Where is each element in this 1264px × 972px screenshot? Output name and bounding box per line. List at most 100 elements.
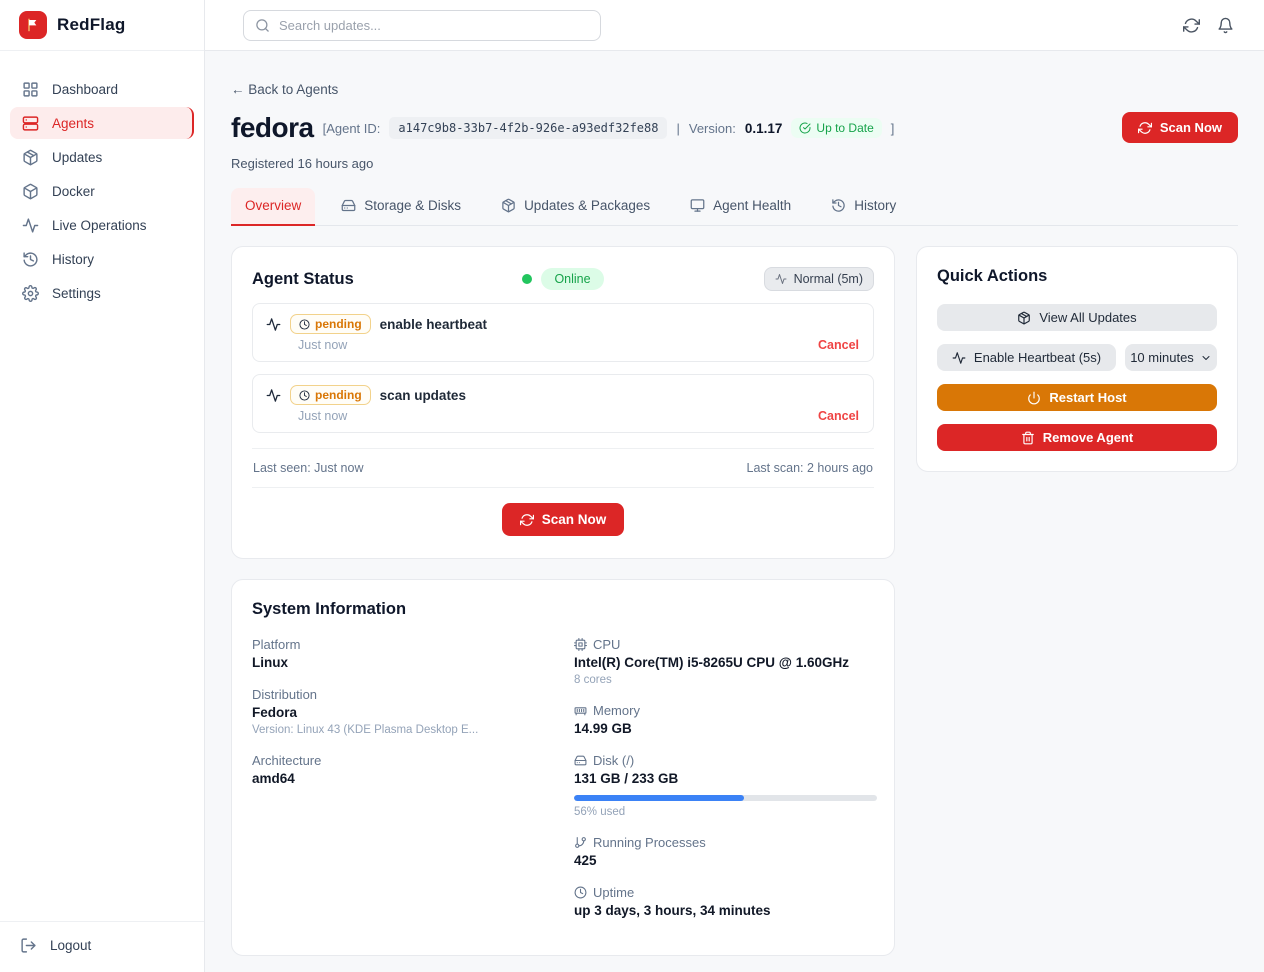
system-information-title: System Information [252, 600, 874, 619]
tab-history[interactable]: History [817, 188, 910, 226]
tab-updates-packages[interactable]: Updates & Packages [487, 188, 664, 226]
remove-agent-button[interactable]: Remove Agent [937, 424, 1217, 451]
server-icon [22, 115, 39, 132]
agent-detail-page: ← Back to Agents fedora [Agent ID: a147c… [205, 51, 1264, 972]
platform-value: Linux [252, 655, 574, 670]
logout-icon [20, 937, 37, 954]
refresh-icon [1183, 17, 1200, 34]
history-icon [831, 198, 846, 213]
search-box[interactable] [243, 10, 601, 41]
clock-icon [299, 390, 310, 401]
cpu-value: Intel(R) Core(TM) i5-8265U CPU @ 1.60GHz [574, 655, 877, 670]
sidebar-item-live-operations[interactable]: Live Operations [10, 209, 194, 241]
agent-id-prefix: [Agent ID: [323, 121, 381, 136]
sidebar-item-agents[interactable]: Agents [10, 107, 194, 139]
cpu-field: CPU Intel(R) Core(TM) i5-8265U CPU @ 1.6… [574, 637, 877, 686]
bell-icon [1217, 17, 1234, 34]
memory-field: Memory 14.99 GB [574, 703, 877, 736]
distribution-version: Version: Linux 43 (KDE Plasma Desktop E.… [252, 724, 574, 736]
check-circle-icon [799, 122, 811, 134]
activity-icon [775, 273, 787, 285]
tab-overview[interactable]: Overview [231, 188, 315, 226]
memory-icon [574, 704, 587, 717]
cancel-task-link[interactable]: Cancel [818, 338, 859, 352]
version-label: Version: [689, 121, 736, 136]
online-badge: Online [541, 268, 603, 290]
activity-icon [266, 388, 281, 403]
package-icon [22, 149, 39, 166]
scan-now-button-header[interactable]: Scan Now [1122, 112, 1238, 143]
platform-field: Platform Linux [252, 637, 574, 670]
sidebar-item-settings[interactable]: Settings [10, 277, 194, 309]
tab-storage-disks[interactable]: Storage & Disks [327, 188, 475, 226]
agent-id-value: a147c9b8-33b7-4f2b-926e-a93edf32fe88 [389, 117, 667, 139]
pending-badge: pending [290, 314, 371, 334]
online-status: Online [522, 268, 603, 290]
separator: | [676, 121, 679, 136]
tab-agent-health[interactable]: Agent Health [676, 188, 805, 226]
pending-operation-row: pending enable heartbeat Just now Cancel [252, 303, 874, 362]
activity-icon [266, 317, 281, 332]
distribution-field: Distribution Fedora Version: Linux 43 (K… [252, 687, 574, 736]
interval-dropdown[interactable]: 10 minutes [1125, 344, 1217, 371]
back-to-agents-link[interactable]: ← Back to Agents [231, 82, 338, 97]
notifications-button[interactable] [1217, 17, 1234, 34]
sidebar-item-label: History [52, 252, 94, 267]
task-time: Just now [298, 338, 347, 352]
agent-tabs: Overview Storage & Disks Updates & Packa… [231, 188, 1238, 226]
architecture-value: amd64 [252, 771, 574, 786]
distribution-value: Fedora [252, 705, 574, 720]
topbar [205, 0, 1264, 51]
brand-name: RedFlag [57, 15, 125, 35]
task-name: scan updates [380, 388, 466, 403]
activity-icon [952, 351, 966, 365]
restart-host-button[interactable]: Restart Host [937, 384, 1217, 411]
sidebar-nav: Dashboard Agents Updates Docker [0, 51, 204, 309]
enable-heartbeat-button[interactable]: Enable Heartbeat (5s) [937, 344, 1116, 371]
clock-icon [574, 886, 587, 899]
refresh-button[interactable] [1183, 17, 1200, 34]
sidebar-item-label: Settings [52, 286, 101, 301]
registered-text: Registered 16 hours ago [231, 156, 894, 171]
brand: RedFlag [0, 0, 204, 51]
last-scan-text: Last scan: 2 hours ago [747, 461, 873, 475]
cube-icon [22, 183, 39, 200]
topbar-actions [1183, 17, 1234, 34]
pending-operation-row: pending scan updates Just now Cancel [252, 374, 874, 433]
online-dot [522, 274, 532, 284]
gear-icon [22, 285, 39, 302]
memory-value: 14.99 GB [574, 721, 877, 736]
system-information-card: System Information Platform Linux Distri… [231, 579, 895, 956]
view-all-updates-button[interactable]: View All Updates [937, 304, 1217, 331]
logout-button[interactable]: Logout [20, 937, 184, 954]
package-icon [501, 198, 516, 213]
agent-name: fedora [231, 112, 314, 144]
last-seen-text: Last seen: Just now [253, 461, 363, 475]
heartbeat-mode-chip[interactable]: Normal (5m) [764, 267, 874, 291]
agent-status-title: Agent Status [252, 270, 354, 288]
cpu-cores: 8 cores [574, 674, 877, 686]
up-to-date-badge: Up to Date [791, 118, 881, 138]
main-area: ← Back to Agents fedora [Agent ID: a147c… [205, 0, 1264, 972]
architecture-field: Architecture amd64 [252, 753, 574, 786]
sidebar-item-history[interactable]: History [10, 243, 194, 275]
cancel-task-link[interactable]: Cancel [818, 409, 859, 423]
disk-progress-fill [574, 795, 744, 801]
bracket-close: ] [891, 121, 895, 136]
sidebar-footer: Logout [0, 921, 204, 972]
agent-header: fedora [Agent ID: a147c9b8-33b7-4f2b-926… [231, 112, 1238, 171]
sidebar-item-docker[interactable]: Docker [10, 175, 194, 207]
sidebar-item-label: Updates [52, 150, 102, 165]
search-input[interactable] [279, 18, 589, 33]
uptime-field: Uptime up 3 days, 3 hours, 34 minutes [574, 885, 877, 918]
sidebar-item-updates[interactable]: Updates [10, 141, 194, 173]
grid-icon [22, 81, 39, 98]
agent-status-card: Agent Status Online Normal (5m) [231, 246, 895, 559]
sidebar-item-label: Live Operations [52, 218, 147, 233]
quick-actions-card: Quick Actions View All Updates [916, 246, 1238, 472]
sidebar: RedFlag Dashboard Agents Updates [0, 0, 205, 972]
version-value: 0.1.17 [745, 121, 783, 136]
search-icon [255, 18, 270, 33]
scan-now-button-card[interactable]: Scan Now [502, 503, 625, 536]
sidebar-item-dashboard[interactable]: Dashboard [10, 73, 194, 105]
